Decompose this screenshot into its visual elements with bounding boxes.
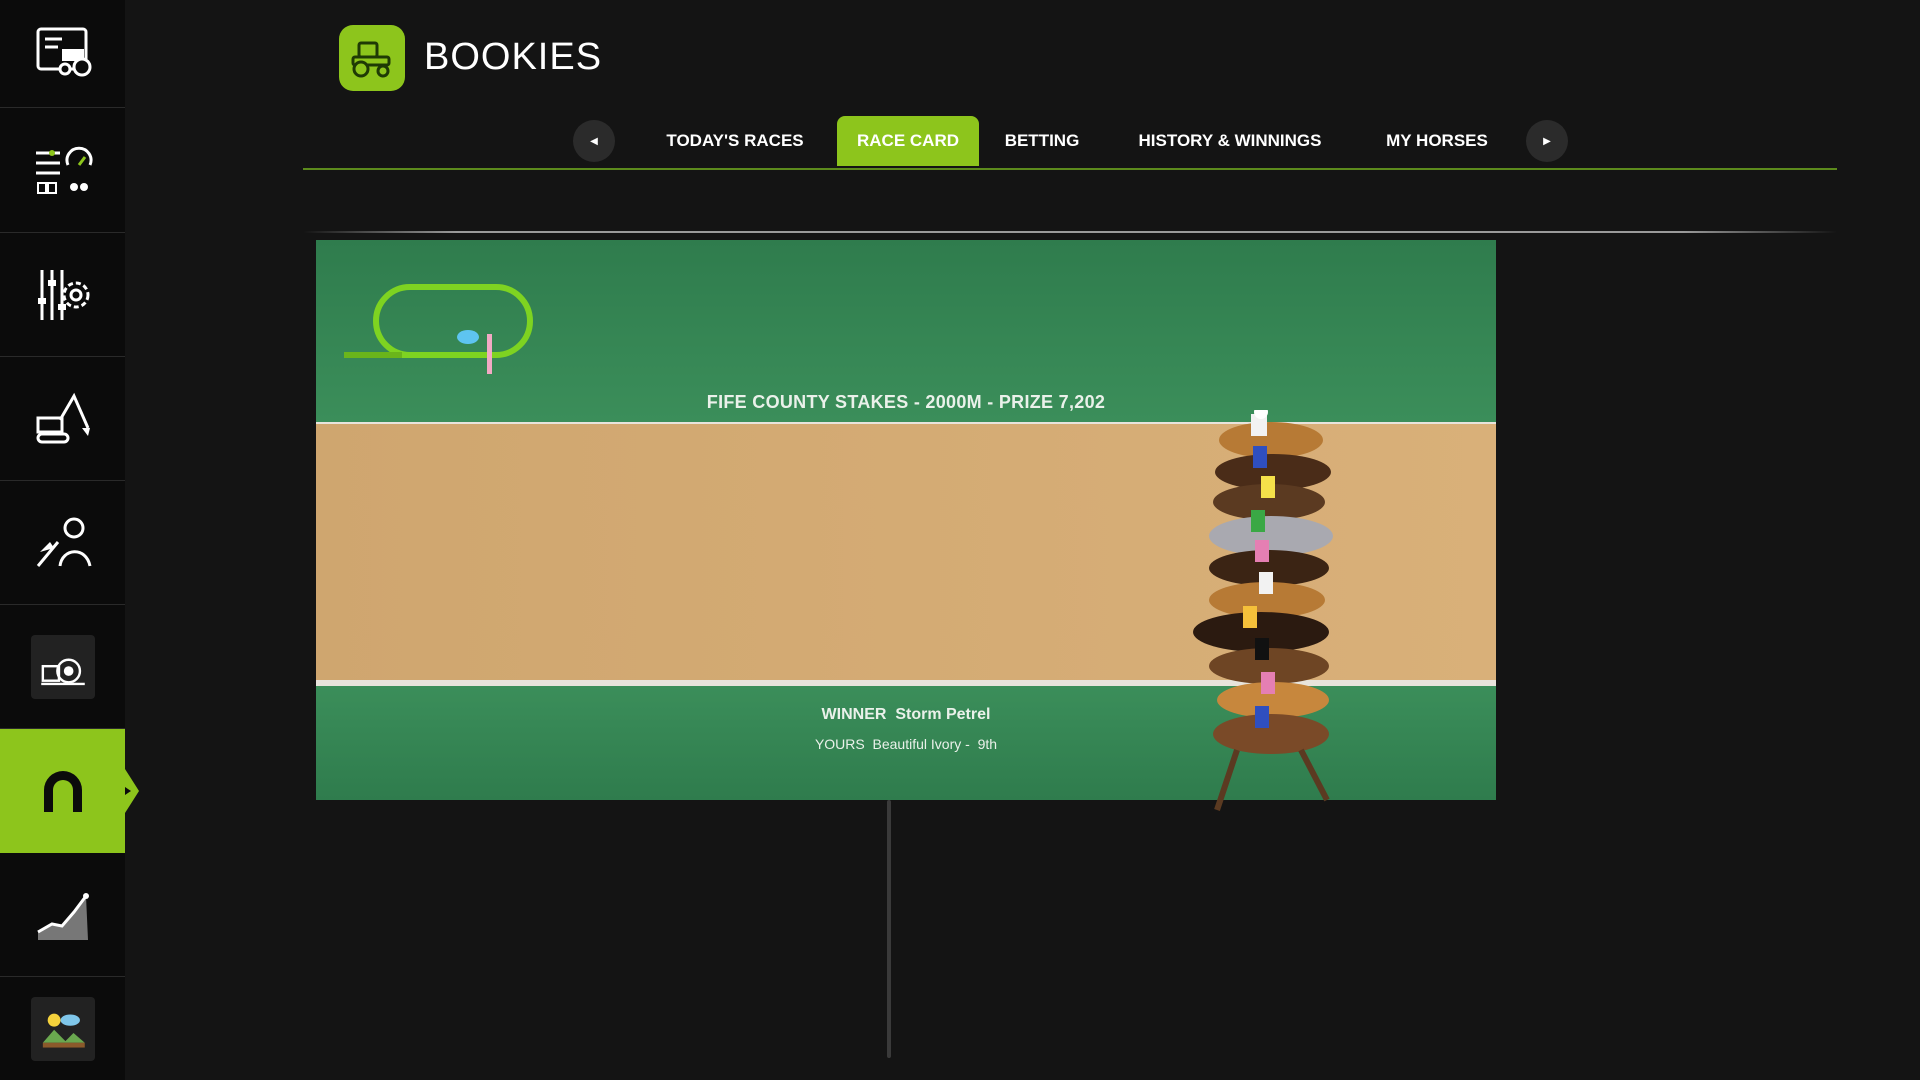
tractor-document-icon (36, 27, 91, 76)
active-indicator-dot (125, 787, 131, 795)
race-view: FIFE COUNTY STAKES - 2000M - PRIZE 7,202 (316, 240, 1496, 811)
tab-betting[interactable]: BETTING (999, 116, 1085, 166)
race-position-marker (457, 330, 479, 344)
tab-todays-races[interactable]: TODAY'S RACES (653, 116, 817, 166)
tab-race-card[interactable]: RACE CARD (837, 116, 979, 166)
course-minimap (344, 284, 533, 374)
horse-runner (1209, 510, 1333, 556)
sidebar-item-bookies[interactable] (0, 729, 139, 853)
yours-label: YOURS (814, 736, 865, 752)
horse-runner (1219, 410, 1323, 458)
your-result-line: YOURS Beautiful Ivory - 9th (814, 736, 998, 752)
arrow-right-icon: ▶ (1543, 135, 1551, 147)
horseshoe-icon (43, 771, 82, 812)
finish-post (487, 334, 492, 374)
tab-prev-button[interactable]: ◀ (573, 120, 615, 162)
tab-history-winnings[interactable]: HISTORY & WINNINGS (1125, 116, 1335, 166)
winner-label: WINNER (821, 706, 887, 723)
sidebar-item-farm-dashboard[interactable] (0, 0, 125, 108)
tab-bar: ◀ TODAY'S RACES RACE CARD BETTING HISTOR… (303, 112, 1837, 170)
scrollbar-track[interactable] (887, 800, 891, 1058)
section-divider (303, 231, 1837, 233)
sidebar-item-construction[interactable] (0, 357, 125, 481)
chart-icon (36, 892, 89, 940)
sidebar-item-environment[interactable] (0, 977, 125, 1080)
your-horse-name: Beautiful Ivory (872, 736, 962, 752)
tractor-icon (351, 41, 391, 78)
sidebar-item-workers[interactable] (0, 481, 125, 605)
winner-name: Storm Petrel (895, 706, 991, 723)
horse-field (1193, 410, 1333, 811)
weather-landscape-icon (30, 996, 95, 1061)
app-title: BOOKIES (424, 36, 603, 78)
app-logo (339, 25, 405, 91)
your-horse-place: 9th (977, 736, 998, 752)
arrow-left-icon: ◀ (590, 135, 598, 147)
excavator-icon (36, 392, 90, 443)
tab-next-button[interactable]: ▶ (1526, 120, 1568, 162)
sidebar-item-settings-gauges[interactable] (0, 108, 125, 233)
sidebar-item-statistics[interactable] (0, 853, 125, 977)
sidebar-item-controls[interactable] (0, 233, 125, 357)
winner-line: WINNER Storm Petrel (316, 706, 1496, 724)
sidebar (0, 0, 139, 1080)
tab-my-horses[interactable]: MY HORSES (1369, 116, 1505, 166)
sliders-gauge-icon (35, 146, 92, 194)
worker-icon (36, 517, 91, 567)
sliders-gear-icon (37, 269, 89, 320)
sidebar-item-production[interactable] (0, 605, 125, 729)
factory-machine-icon (30, 634, 95, 699)
